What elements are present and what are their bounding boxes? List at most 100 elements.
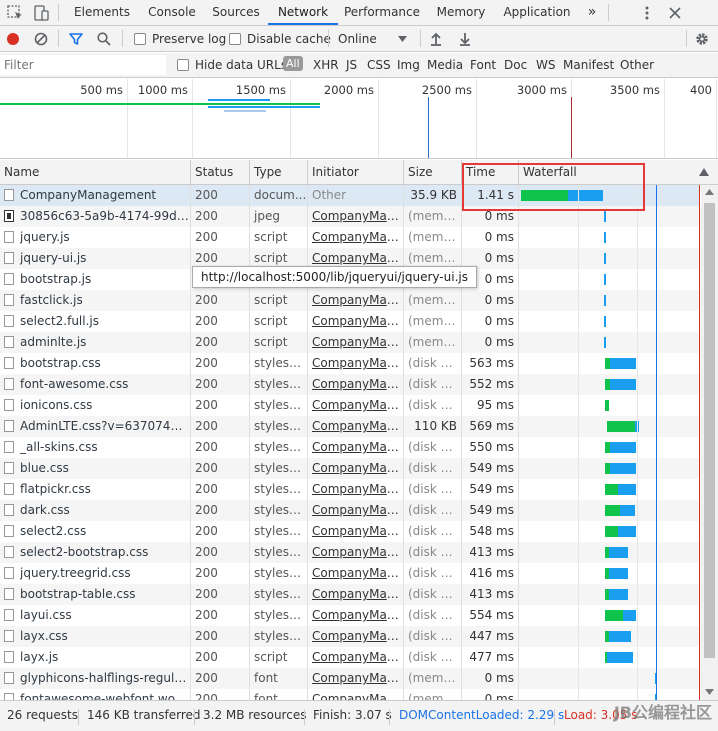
request-name[interactable]: layui.css bbox=[0, 605, 191, 626]
filter-type-all[interactable]: All bbox=[283, 56, 303, 71]
request-name[interactable]: glyphicons-halflings-regular.... bbox=[0, 668, 191, 689]
request-name[interactable]: font-awesome.css bbox=[0, 374, 191, 395]
search-icon[interactable] bbox=[96, 31, 112, 47]
request-waterfall[interactable] bbox=[519, 458, 700, 479]
request-waterfall[interactable] bbox=[519, 563, 700, 584]
request-name[interactable]: select2.full.js bbox=[0, 311, 191, 332]
table-row[interactable]: select2.full.js 200 script CompanyMan... (me… bbox=[0, 311, 700, 332]
request-name[interactable]: layx.js bbox=[0, 647, 191, 668]
throttle-select[interactable]: Online bbox=[338, 32, 377, 46]
table-row[interactable]: layx.js 200 script CompanyMan... (disk c... 4… bbox=[0, 647, 700, 668]
request-name[interactable]: _all-skins.css bbox=[0, 437, 191, 458]
table-row[interactable]: font-awesome.css 200 stylesh... CompanyMan.… bbox=[0, 374, 700, 395]
filter-type-ws[interactable]: WS bbox=[536, 58, 555, 72]
request-initiator[interactable]: CompanyMan... bbox=[308, 647, 404, 668]
request-initiator[interactable]: CompanyMan... bbox=[308, 626, 404, 647]
request-waterfall[interactable] bbox=[519, 626, 700, 647]
table-row[interactable]: select2-bootstrap.css 200 stylesh... Compan… bbox=[0, 542, 700, 563]
import-har-icon[interactable] bbox=[429, 31, 443, 47]
clear-icon[interactable] bbox=[33, 31, 49, 47]
request-waterfall[interactable] bbox=[519, 332, 700, 353]
request-waterfall[interactable] bbox=[519, 668, 700, 689]
request-name[interactable]: select2.css bbox=[0, 521, 191, 542]
request-waterfall[interactable] bbox=[519, 584, 700, 605]
request-initiator[interactable]: CompanyMan... bbox=[308, 374, 404, 395]
request-initiator[interactable]: CompanyMan... bbox=[308, 332, 404, 353]
request-initiator[interactable]: CompanyMan... bbox=[308, 542, 404, 563]
table-row[interactable]: layui.css 200 stylesh... CompanyMan... (disk… bbox=[0, 605, 700, 626]
request-waterfall[interactable] bbox=[519, 353, 700, 374]
table-row[interactable]: _all-skins.css 200 stylesh... CompanyMan...… bbox=[0, 437, 700, 458]
table-row[interactable]: fastclick.js 200 script CompanyMan... (memo.… bbox=[0, 290, 700, 311]
request-name[interactable]: 30856c63-5a9b-4174-99d4-c... bbox=[0, 206, 191, 227]
request-name[interactable]: ionicons.css bbox=[0, 395, 191, 416]
request-initiator[interactable]: CompanyMan... bbox=[308, 689, 404, 700]
tab-elements[interactable]: Elements bbox=[64, 0, 140, 25]
table-row[interactable]: select2.css 200 stylesh... CompanyMan... (di… bbox=[0, 521, 700, 542]
filter-type-other[interactable]: Other bbox=[620, 58, 654, 72]
filter-type-js[interactable]: JS bbox=[346, 58, 357, 72]
column-header-name[interactable]: Name bbox=[0, 160, 191, 185]
column-header-status[interactable]: Status bbox=[191, 160, 250, 185]
inspect-element-icon[interactable] bbox=[6, 4, 24, 22]
request-initiator[interactable]: CompanyMan... bbox=[308, 668, 404, 689]
table-row[interactable]: bootstrap-table.css 200 stylesh... CompanyM… bbox=[0, 584, 700, 605]
request-name[interactable]: blue.css bbox=[0, 458, 191, 479]
request-name[interactable]: adminlte.js bbox=[0, 332, 191, 353]
disable-cache-checkbox[interactable] bbox=[229, 33, 241, 45]
filter-type-font[interactable]: Font bbox=[470, 58, 496, 72]
request-name[interactable]: jquery.js bbox=[0, 227, 191, 248]
hide-data-urls-checkbox[interactable] bbox=[177, 59, 189, 71]
request-waterfall[interactable] bbox=[519, 311, 700, 332]
table-row[interactable]: layx.css 200 stylesh... CompanyMan... (disk … bbox=[0, 626, 700, 647]
table-row[interactable]: jquery.js 200 script CompanyMan... (memo... 0… bbox=[0, 227, 700, 248]
request-name[interactable]: bootstrap.js bbox=[0, 269, 191, 290]
table-row[interactable]: jquery.treegrid.css 200 stylesh... CompanyM… bbox=[0, 563, 700, 584]
request-name[interactable]: CompanyManagement bbox=[0, 185, 191, 206]
table-row[interactable]: blue.css 200 stylesh... CompanyMan... (disk … bbox=[0, 458, 700, 479]
filter-type-manifest[interactable]: Manifest bbox=[563, 58, 614, 72]
tab-application[interactable]: Application bbox=[496, 0, 578, 25]
request-initiator[interactable]: CompanyMan... bbox=[308, 311, 404, 332]
table-row[interactable]: glyphicons-halflings-regular.... 200 font C… bbox=[0, 668, 700, 689]
request-initiator[interactable]: CompanyMan... bbox=[308, 416, 404, 437]
request-initiator[interactable]: CompanyMan... bbox=[308, 458, 404, 479]
request-waterfall[interactable] bbox=[519, 269, 700, 290]
tab-sources[interactable]: Sources bbox=[204, 0, 268, 25]
filter-type-doc[interactable]: Doc bbox=[504, 58, 527, 72]
request-waterfall[interactable] bbox=[519, 647, 700, 668]
request-waterfall[interactable] bbox=[519, 479, 700, 500]
column-header-size[interactable]: Size bbox=[404, 160, 462, 185]
request-waterfall[interactable] bbox=[519, 500, 700, 521]
request-name[interactable]: layx.css bbox=[0, 626, 191, 647]
table-row[interactable]: ionicons.css 200 stylesh... CompanyMan... (d… bbox=[0, 395, 700, 416]
request-initiator[interactable]: CompanyMan... bbox=[308, 395, 404, 416]
request-initiator[interactable]: CompanyMan... bbox=[308, 437, 404, 458]
filter-input[interactable] bbox=[0, 55, 166, 75]
request-name[interactable]: select2-bootstrap.css bbox=[0, 542, 191, 563]
request-initiator[interactable]: CompanyMan... bbox=[308, 584, 404, 605]
sort-ascending-icon[interactable] bbox=[699, 168, 709, 176]
close-devtools-icon[interactable] bbox=[666, 4, 684, 22]
preserve-log-checkbox[interactable] bbox=[134, 33, 146, 45]
request-name[interactable]: fontawesome-webfont.woff2... bbox=[0, 689, 191, 700]
request-waterfall[interactable] bbox=[519, 248, 700, 269]
table-row[interactable]: fontawesome-webfont.woff2... 200 font Compa… bbox=[0, 689, 700, 700]
request-initiator[interactable]: CompanyMan... bbox=[308, 479, 404, 500]
request-waterfall[interactable] bbox=[519, 521, 700, 542]
filter-icon[interactable] bbox=[68, 31, 84, 47]
tab-performance[interactable]: Performance bbox=[338, 0, 426, 25]
request-name[interactable]: bootstrap-table.css bbox=[0, 584, 191, 605]
request-initiator[interactable]: CompanyMan... bbox=[308, 353, 404, 374]
scrollbar-thumb[interactable] bbox=[704, 203, 715, 658]
request-name[interactable]: jquery.treegrid.css bbox=[0, 563, 191, 584]
request-waterfall[interactable] bbox=[519, 290, 700, 311]
more-options-icon[interactable] bbox=[638, 4, 656, 22]
scroll-down-icon[interactable] bbox=[705, 689, 714, 695]
request-name[interactable]: AdminLTE.css?v=6370744171... bbox=[0, 416, 191, 437]
request-name[interactable]: dark.css bbox=[0, 500, 191, 521]
column-header-type[interactable]: Type bbox=[250, 160, 308, 185]
more-tabs-button[interactable]: » bbox=[583, 0, 601, 25]
table-scrollbar[interactable] bbox=[701, 185, 718, 700]
request-name[interactable]: fastclick.js bbox=[0, 290, 191, 311]
